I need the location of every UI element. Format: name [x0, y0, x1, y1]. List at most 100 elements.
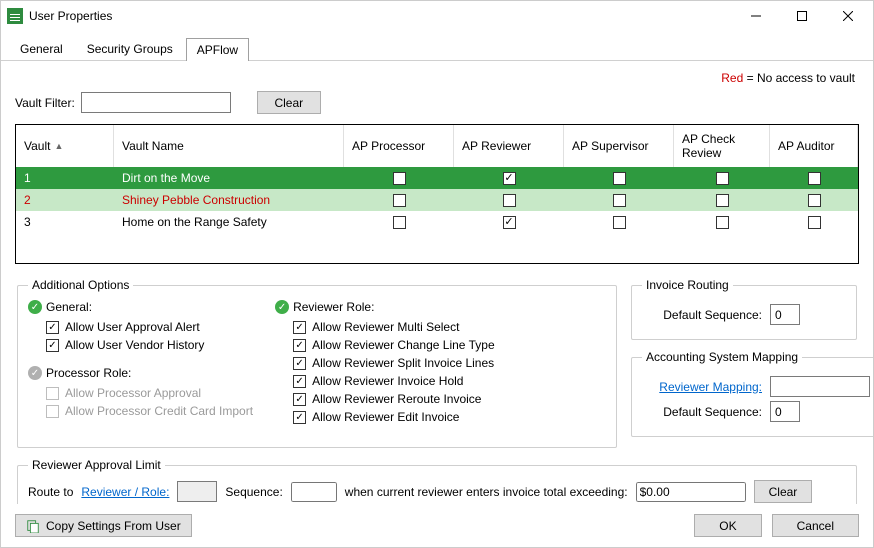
invoice-routing-group: Invoice Routing Default Sequence: [631, 278, 857, 340]
vault-filter-input[interactable] [81, 92, 231, 113]
grid-checkbox[interactable] [503, 194, 516, 207]
option-label: Allow Reviewer Reroute Invoice [312, 392, 481, 406]
additional-options-scroll[interactable]: ✓General: Allow User Approval Alert Allow … [28, 300, 606, 440]
options-section-header: ✓Processor Role: [28, 366, 253, 380]
vault-grid: Vault▲ Vault Name AP Processor AP Review… [15, 124, 859, 264]
vault-filter-clear-button[interactable]: Clear [257, 91, 321, 114]
option-label: Allow Reviewer Edit Invoice [312, 410, 459, 424]
option-row[interactable]: Allow Reviewer Split Invoice Lines [275, 356, 495, 370]
additional-options-group: Additional Options ✓General: Allow User A… [17, 278, 617, 448]
options-section-header: ✓Reviewer Role: [275, 300, 495, 314]
option-checkbox[interactable] [46, 339, 59, 352]
option-row[interactable]: Allow Reviewer Reroute Invoice [275, 392, 495, 406]
no-access-legend: Red = No access to vault [15, 71, 855, 85]
option-row[interactable]: Allow Reviewer Invoice Hold [275, 374, 495, 388]
grid-checkbox[interactable] [393, 172, 406, 185]
option-checkbox[interactable] [293, 321, 306, 334]
table-row[interactable]: 1Dirt on the Move [16, 167, 858, 189]
mapping-seq-input[interactable] [770, 401, 800, 422]
col-ap-check-review[interactable]: AP Check Review [674, 125, 770, 167]
option-checkbox[interactable] [293, 339, 306, 352]
copy-settings-button[interactable]: Copy Settings From User [15, 514, 192, 537]
option-row: Allow Processor Credit Card Import [28, 404, 253, 418]
mapping-seq-label: Default Sequence: [642, 405, 762, 419]
grid-checkbox[interactable] [613, 172, 626, 185]
close-button[interactable] [825, 2, 871, 30]
option-checkbox[interactable] [293, 393, 306, 406]
tab-general[interactable]: General [9, 37, 74, 60]
option-row: Allow Processor Approval [28, 386, 253, 400]
accounting-mapping-group: Accounting System Mapping Reviewer Mappi… [631, 350, 873, 437]
option-label: Allow Reviewer Change Line Type [312, 338, 495, 352]
reviewer-role-box[interactable] [177, 481, 217, 502]
minimize-button[interactable] [733, 2, 779, 30]
cancel-button[interactable]: Cancel [772, 514, 859, 537]
grid-checkbox[interactable] [393, 216, 406, 229]
col-ap-supervisor[interactable]: AP Supervisor [564, 125, 674, 167]
grid-header: Vault▲ Vault Name AP Processor AP Review… [16, 125, 858, 167]
reviewer-role-link[interactable]: Reviewer / Role: [81, 485, 169, 499]
grid-checkbox[interactable] [808, 172, 821, 185]
option-row[interactable]: Allow Reviewer Multi Select [275, 320, 495, 334]
grid-checkbox[interactable] [393, 194, 406, 207]
invoice-routing-legend: Invoice Routing [642, 278, 733, 292]
sort-asc-icon: ▲ [54, 141, 63, 151]
grid-checkbox[interactable] [808, 194, 821, 207]
tab-apflow[interactable]: APFlow [186, 38, 249, 61]
option-checkbox[interactable] [293, 357, 306, 370]
reviewer-mapping-input[interactable] [770, 376, 870, 397]
option-label: Allow Reviewer Multi Select [312, 320, 459, 334]
grid-checkbox[interactable] [716, 172, 729, 185]
grid-checkbox[interactable] [808, 216, 821, 229]
routing-seq-input[interactable] [770, 304, 800, 325]
check-circle-icon: ✓ [275, 300, 289, 314]
option-row[interactable]: Allow Reviewer Edit Invoice [275, 410, 495, 424]
grid-checkbox[interactable] [613, 194, 626, 207]
option-checkbox [46, 387, 59, 400]
grid-checkbox[interactable] [716, 216, 729, 229]
grid-checkbox[interactable] [503, 216, 516, 229]
option-row[interactable]: Allow User Approval Alert [28, 320, 253, 334]
ok-button[interactable]: OK [694, 514, 761, 537]
col-ap-processor[interactable]: AP Processor [344, 125, 454, 167]
grid-checkbox[interactable] [716, 194, 729, 207]
approval-clear-button[interactable]: Clear [754, 480, 813, 503]
amount-input[interactable] [636, 482, 746, 502]
option-label: Allow Reviewer Invoice Hold [312, 374, 463, 388]
maximize-button[interactable] [779, 2, 825, 30]
tab-strip: General Security Groups APFlow [1, 37, 873, 61]
option-checkbox[interactable] [293, 411, 306, 424]
table-row[interactable]: 2Shiney Pebble Construction [16, 189, 858, 211]
check-circle-icon: ✓ [28, 300, 42, 314]
col-ap-auditor[interactable]: AP Auditor [770, 125, 858, 167]
copy-icon [26, 519, 40, 533]
reviewer-mapping-link[interactable]: Reviewer Mapping: [642, 380, 762, 394]
routing-seq-label: Default Sequence: [642, 308, 762, 322]
legend-red-label: Red [721, 71, 743, 85]
vault-filter-label: Vault Filter: [15, 96, 75, 110]
col-vault[interactable]: Vault▲ [16, 125, 114, 167]
grid-checkbox[interactable] [613, 216, 626, 229]
option-label: Allow Processor Credit Card Import [65, 404, 253, 418]
options-section-header: ✓General: [28, 300, 253, 314]
table-row[interactable]: 3Home on the Range Safety [16, 211, 858, 233]
app-icon [7, 8, 23, 24]
option-row[interactable]: Allow User Vendor History [28, 338, 253, 352]
option-checkbox[interactable] [46, 321, 59, 334]
user-properties-window: User Properties General Security Groups … [0, 0, 874, 548]
option-row[interactable]: Allow Reviewer Change Line Type [275, 338, 495, 352]
reviewer-approval-limit-group: Reviewer Approval Limit Route to Reviewe… [17, 458, 857, 504]
tab-security-groups[interactable]: Security Groups [76, 37, 184, 60]
reviewer-approval-limit-legend: Reviewer Approval Limit [28, 458, 165, 472]
option-label: Allow Processor Approval [65, 386, 201, 400]
sequence-input[interactable] [291, 482, 337, 502]
option-label: Allow User Vendor History [65, 338, 204, 352]
grid-checkbox[interactable] [503, 172, 516, 185]
additional-options-legend: Additional Options [28, 278, 133, 292]
option-checkbox [46, 405, 59, 418]
option-checkbox[interactable] [293, 375, 306, 388]
col-vault-name[interactable]: Vault Name [114, 125, 344, 167]
route-to-label: Route to [28, 485, 73, 499]
col-ap-reviewer[interactable]: AP Reviewer [454, 125, 564, 167]
check-circle-icon: ✓ [28, 366, 42, 380]
